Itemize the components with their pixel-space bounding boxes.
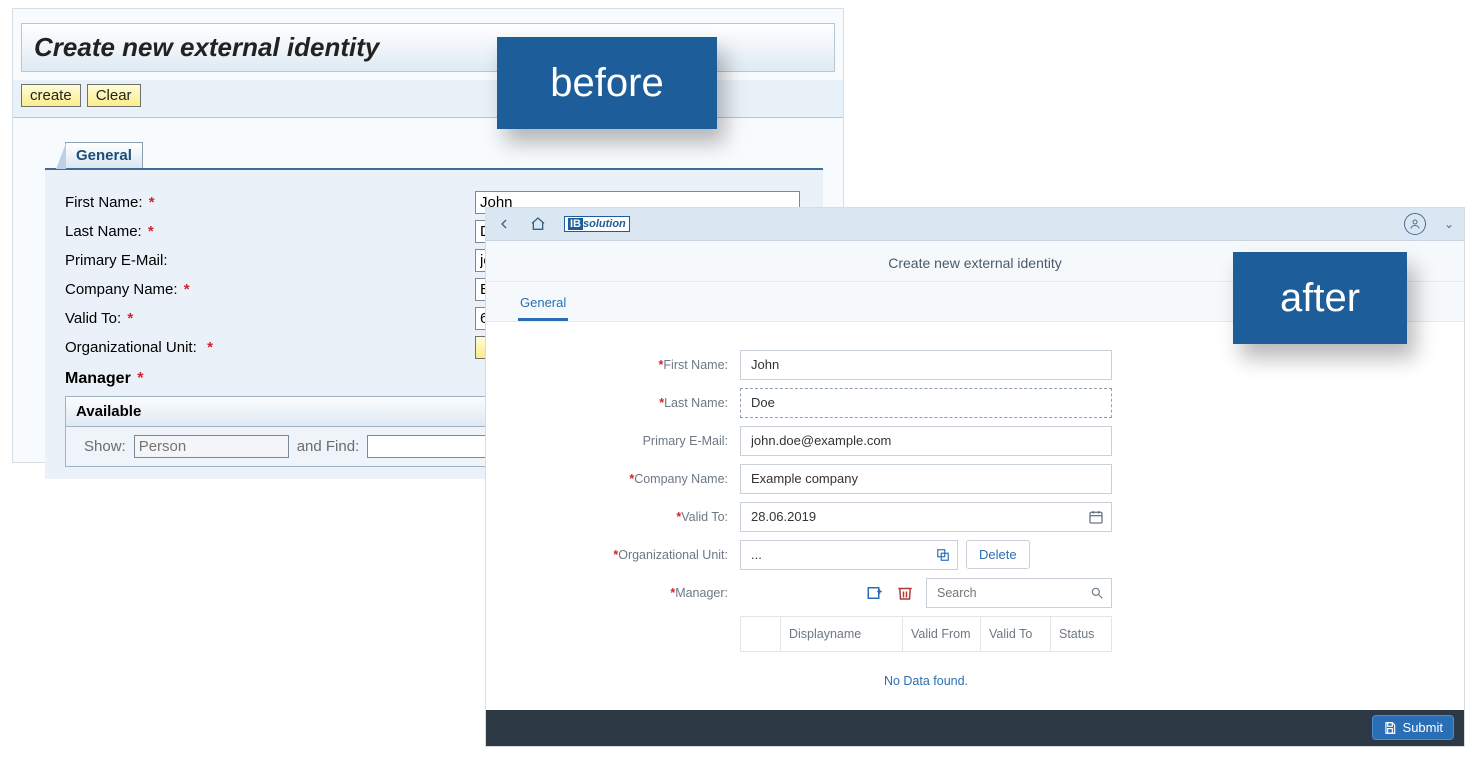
- submit-label: Submit: [1403, 720, 1443, 735]
- first-name-label-after: *First Name:: [486, 358, 740, 372]
- delete-button[interactable]: Delete: [966, 540, 1030, 569]
- col-displayname: Displayname: [781, 617, 903, 651]
- org-unit-label-before: Organizational Unit: *: [65, 339, 475, 356]
- email-label: Primary E-Mail:: [65, 252, 475, 269]
- manager-label-after: *Manager:: [486, 586, 740, 600]
- before-badge: before: [497, 37, 717, 129]
- company-label-after: *Company Name:: [486, 472, 740, 486]
- org-unit-input-after[interactable]: [740, 540, 958, 570]
- after-badge: after: [1233, 252, 1407, 344]
- find-label: and Find:: [297, 438, 360, 455]
- valid-to-input-after[interactable]: [740, 502, 1112, 532]
- col-status: Status: [1051, 617, 1111, 651]
- clear-button[interactable]: Clear: [87, 84, 141, 107]
- last-name-label-after: *Last Name:: [486, 396, 740, 410]
- no-data-text: No Data found.: [740, 652, 1112, 710]
- last-name-label: Last Name: *: [65, 223, 475, 240]
- first-name-label: First Name: *: [65, 194, 475, 211]
- tab-general-before[interactable]: General: [65, 142, 143, 168]
- manager-table-header: Displayname Valid From Valid To Status: [740, 616, 1112, 652]
- col-valid-from: Valid From: [903, 617, 981, 651]
- value-help-icon[interactable]: [936, 548, 950, 562]
- shell-bar: IBsolution ⌄: [486, 208, 1464, 241]
- email-label-after: Primary E-Mail:: [486, 434, 740, 448]
- back-icon[interactable]: [496, 216, 512, 232]
- email-input-after[interactable]: [740, 426, 1112, 456]
- manager-search-input[interactable]: [926, 578, 1112, 608]
- save-icon: [1383, 721, 1397, 735]
- org-unit-label-after: *Organizational Unit:: [486, 548, 740, 562]
- footer-bar: Submit: [486, 710, 1464, 746]
- trash-icon[interactable]: [896, 584, 914, 602]
- show-label: Show:: [84, 438, 126, 455]
- submit-button[interactable]: Submit: [1372, 715, 1454, 740]
- home-icon[interactable]: [530, 216, 546, 232]
- add-manager-icon[interactable]: [866, 584, 884, 602]
- user-icon[interactable]: [1404, 213, 1426, 235]
- create-button[interactable]: create: [21, 84, 81, 107]
- brand-logo: IBsolution: [564, 216, 630, 232]
- search-icon[interactable]: [1090, 586, 1104, 600]
- calendar-icon[interactable]: [1088, 509, 1104, 525]
- page-title: Create new external identity: [34, 32, 379, 62]
- company-label: Company Name: *: [65, 281, 475, 298]
- first-name-input-after[interactable]: [740, 350, 1112, 380]
- tab-general-after[interactable]: General: [518, 285, 568, 321]
- col-valid-to: Valid To: [981, 617, 1051, 651]
- show-input[interactable]: [134, 435, 289, 458]
- valid-to-label-after: *Valid To:: [486, 510, 740, 524]
- last-name-input-after[interactable]: [740, 388, 1112, 418]
- company-input-after[interactable]: [740, 464, 1112, 494]
- chevron-down-icon[interactable]: ⌄: [1444, 217, 1454, 231]
- valid-to-label-before: Valid To: *: [65, 310, 475, 327]
